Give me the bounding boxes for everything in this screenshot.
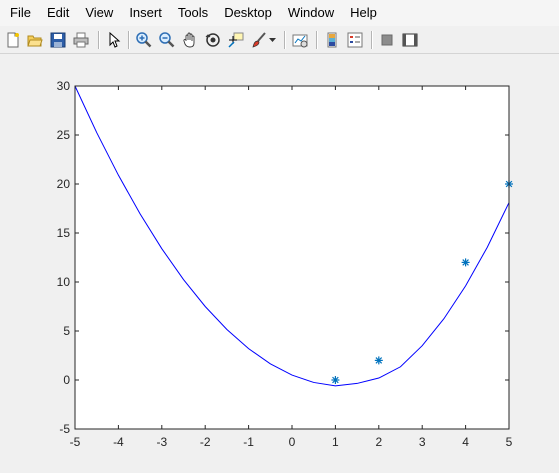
toolbar-separator [128, 31, 130, 49]
data-point-marker [331, 376, 340, 384]
axes-background [75, 86, 509, 429]
figure-canvas: -5 -4 -3 -2 -1 0 1 2 3 4 5 -5 0 5 10 15 20 25 30 [0, 54, 559, 473]
show-plot-tools-icon[interactable] [400, 30, 420, 50]
x-tick-label: 4 [462, 435, 469, 449]
toolbar-separator [371, 31, 373, 49]
y-tick-label: 0 [63, 373, 70, 387]
pan-icon[interactable] [180, 30, 200, 50]
y-tick-label: 10 [57, 275, 71, 289]
figure-toolbar [0, 26, 559, 54]
y-tick-label: 30 [57, 79, 71, 93]
colorbar-icon[interactable] [322, 30, 342, 50]
zoom-in-icon[interactable] [134, 30, 154, 50]
hide-plot-tools-icon[interactable] [377, 30, 397, 50]
menu-tools[interactable]: Tools [170, 0, 216, 26]
x-tick-label: 2 [375, 435, 382, 449]
y-tick-label: 5 [63, 324, 70, 338]
x-tick-label: -2 [200, 435, 211, 449]
toolbar-separator [98, 31, 100, 49]
y-tick-label: -5 [59, 422, 70, 436]
x-tick-label: 5 [506, 435, 513, 449]
data-point-marker [461, 258, 470, 267]
zoom-out-icon[interactable] [157, 30, 177, 50]
menu-edit[interactable]: Edit [39, 0, 77, 26]
menu-window[interactable]: Window [280, 0, 342, 26]
y-tick-label: 25 [57, 128, 71, 142]
menu-help[interactable]: Help [342, 0, 385, 26]
menu-desktop[interactable]: Desktop [216, 0, 280, 26]
x-tick-label: -5 [70, 435, 81, 449]
new-figure-icon[interactable] [3, 30, 23, 50]
pointer-icon[interactable] [104, 30, 124, 50]
legend-icon[interactable] [345, 30, 365, 50]
brush-dropdown-icon[interactable] [267, 30, 279, 50]
x-tick-label: -4 [113, 435, 124, 449]
data-point-marker [374, 356, 383, 365]
x-tick-label: -1 [243, 435, 254, 449]
y-tick-label: 20 [57, 177, 71, 191]
menu-bar: File Edit View Insert Tools Desktop Wind… [0, 0, 559, 26]
x-tick-label: -3 [156, 435, 167, 449]
x-tick-label: 3 [419, 435, 426, 449]
toolbar-separator [284, 31, 286, 49]
open-file-icon[interactable] [25, 30, 45, 50]
plot-axes[interactable]: -5 -4 -3 -2 -1 0 1 2 3 4 5 -5 0 5 10 15 20 25 30 [0, 54, 559, 473]
print-icon[interactable] [71, 30, 91, 50]
link-plot-icon[interactable] [290, 30, 310, 50]
brush-icon[interactable] [249, 30, 269, 50]
x-tick-label: 1 [332, 435, 339, 449]
data-cursor-icon[interactable] [226, 30, 246, 50]
save-icon[interactable] [48, 30, 68, 50]
menu-file[interactable]: File [2, 0, 39, 26]
toolbar-separator [316, 31, 318, 49]
menu-view[interactable]: View [77, 0, 121, 26]
rotate-3d-icon[interactable] [203, 30, 223, 50]
menu-insert[interactable]: Insert [121, 0, 170, 26]
x-tick-label: 0 [289, 435, 296, 449]
y-tick-label: 15 [57, 226, 71, 240]
